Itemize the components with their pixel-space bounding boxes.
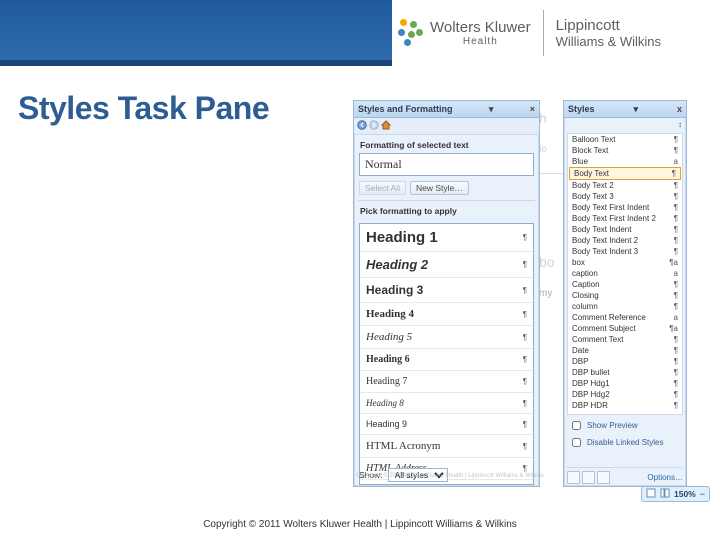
home-icon[interactable] (381, 120, 391, 132)
pane-header-2[interactable]: Styles ▾ x (564, 101, 686, 118)
style-entry[interactable]: Date¶ (568, 345, 682, 356)
style-entry[interactable]: Body Text 2¶ (568, 180, 682, 191)
clear-all-icon[interactable]: ↕ (678, 120, 682, 129)
style-entry[interactable]: Body Text 3¶ (568, 191, 682, 202)
brand-lww1: Lippincott (556, 17, 661, 34)
style-entry[interactable]: box¶a (568, 257, 682, 268)
pane-title-2: Styles (568, 104, 595, 114)
style-option[interactable]: Heading 8 (360, 393, 533, 414)
style-entry[interactable]: Body Text Indent¶ (568, 224, 682, 235)
back-icon[interactable] (357, 120, 367, 132)
pane-header[interactable]: Styles and Formatting ▾ × (354, 101, 539, 118)
embedded-copyright: Copyright © 2011 Wolters Kluwer Health |… (356, 473, 544, 479)
close-icon-2[interactable]: x (677, 104, 682, 114)
new-style-icon[interactable] (567, 471, 580, 484)
style-entry[interactable]: DBP Hdg1¶ (568, 378, 682, 389)
style-option[interactable]: Heading 3 (360, 278, 533, 303)
style-entry[interactable]: Caption¶ (568, 279, 682, 290)
style-entry[interactable]: Comment Subject¶a (568, 323, 682, 334)
style-entry[interactable]: Body Text First Indent¶ (568, 202, 682, 213)
style-option[interactable]: Heading 7 (360, 371, 533, 393)
style-option[interactable]: Heading 9 (360, 414, 533, 435)
style-option[interactable]: HTML Acronym (360, 435, 533, 458)
new-style-button[interactable]: New Style… (410, 181, 469, 195)
style-entry[interactable]: DBP bullet¶ (568, 367, 682, 378)
view-icon[interactable] (646, 488, 656, 500)
disable-linked-checkbox[interactable]: Disable Linked Styles (564, 434, 686, 451)
close-icon[interactable]: × (530, 104, 535, 114)
style-option[interactable]: Heading 4 (360, 303, 533, 326)
footer-copyright: Copyright © 2011 Wolters Kluwer Health |… (0, 519, 720, 530)
zoom-value: 150% (674, 489, 696, 499)
style-entry[interactable]: Body Text¶ (569, 167, 681, 180)
zoom-minus-icon[interactable]: − (700, 489, 705, 499)
style-entry[interactable]: Closing¶ (568, 290, 682, 301)
forward-icon[interactable] (369, 120, 379, 132)
brand-bar: Wolters Kluwer Health Lippincott William… (392, 0, 720, 66)
header-blue-box (0, 0, 392, 66)
styles-formatting-pane: Styles and Formatting ▾ × Formatting of … (353, 100, 540, 487)
style-entry[interactable]: DBP Hdg2¶ (568, 389, 682, 400)
style-inspector-icon[interactable] (582, 471, 595, 484)
style-option[interactable]: Heading 6 (360, 349, 533, 371)
wk-logo-icon (398, 19, 426, 47)
select-all-button[interactable]: Select All (359, 181, 406, 195)
doc-preview-fragment: h lo bo my (539, 110, 563, 317)
brand-wk: Wolters Kluwer (430, 19, 531, 36)
section-selected: Formatting of selected text (354, 135, 539, 153)
view-icon-2[interactable] (660, 488, 670, 500)
manage-styles-icon[interactable] (597, 471, 610, 484)
style-entry[interactable]: Body Text Indent 2¶ (568, 235, 682, 246)
section-pick: Pick formatting to apply (354, 201, 539, 219)
brand-wk-sub: Health (430, 36, 531, 47)
styles-list[interactable]: Balloon Text¶Block Text¶BlueaBody Text¶B… (567, 133, 683, 415)
style-entry[interactable]: Bluea (568, 156, 682, 167)
brand-lww2: Williams & Wilkins (556, 34, 661, 49)
zoom-status[interactable]: 150% − (641, 486, 710, 502)
selected-style-box[interactable]: Normal (359, 153, 534, 176)
style-entry[interactable]: Body Text First Indent 2¶ (568, 213, 682, 224)
options-link[interactable]: Options… (647, 473, 683, 482)
pane-title: Styles and Formatting (358, 104, 453, 114)
style-entry[interactable]: Comment Text¶ (568, 334, 682, 345)
style-entry[interactable]: DBP¶ (568, 356, 682, 367)
page-title: Styles Task Pane (18, 90, 269, 127)
style-option[interactable]: Heading 1 (360, 224, 533, 252)
style-list[interactable]: Heading 1Heading 2Heading 3Heading 4Head… (359, 223, 534, 485)
style-option[interactable]: Heading 2 (360, 252, 533, 278)
style-entry[interactable]: Block Text¶ (568, 145, 682, 156)
styles-pane: Styles ▾ x ↕ Balloon Text¶Block Text¶Blu… (563, 100, 687, 487)
style-entry[interactable]: column¶ (568, 301, 682, 312)
style-entry[interactable]: DBP HDR¶ (568, 400, 682, 411)
show-preview-checkbox[interactable]: Show Preview (564, 417, 686, 434)
style-entry[interactable]: Body Text Indent 3¶ (568, 246, 682, 257)
style-entry[interactable]: captiona (568, 268, 682, 279)
style-entry[interactable]: Balloon Text¶ (568, 134, 682, 145)
style-option[interactable]: Heading 5 (360, 326, 533, 349)
style-entry[interactable]: Comment Referencea (568, 312, 682, 323)
